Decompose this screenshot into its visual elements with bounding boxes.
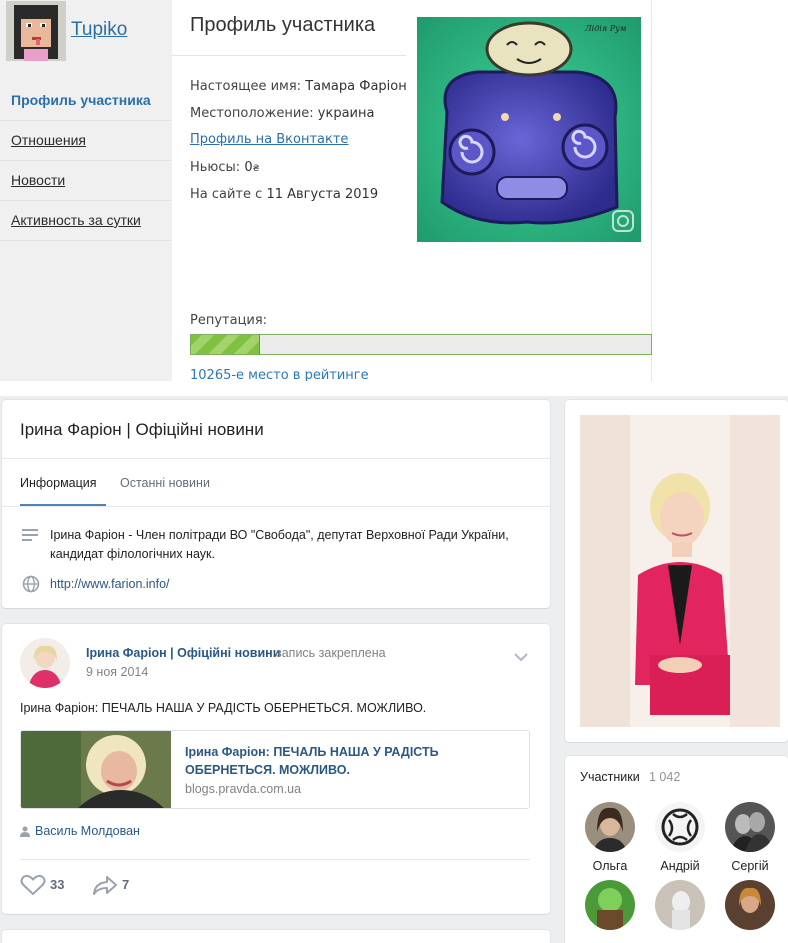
post-author-link[interactable]: Ірина Фаріон | Офіційні новини	[86, 646, 280, 660]
joined-row: На сайте с 11 Августа 2019	[190, 187, 378, 202]
heart-icon[interactable]	[20, 874, 46, 900]
forum-sidebar: Tupiko Профиль участника Отношения Новос…	[0, 0, 172, 381]
divider	[2, 506, 550, 507]
menu-daily-activity-label: Активность за сутки	[11, 212, 141, 228]
member-avatar	[655, 802, 705, 852]
tab-information[interactable]: Информация	[20, 476, 97, 490]
menu-relations[interactable]: Отношения	[0, 121, 172, 161]
member-item[interactable]: Ольга	[580, 802, 640, 873]
tab-latest-news[interactable]: Останні новини	[120, 476, 210, 490]
location-value: украина	[317, 106, 375, 121]
member-avatar	[725, 802, 775, 852]
link-title[interactable]: Ірина Фаріон: ПЕЧАЛЬ НАША У РАДІСТЬ ОБЕР…	[185, 743, 525, 779]
rating-rank[interactable]: 10265-е место в рейтинге	[190, 368, 369, 381]
news-currency-icon: ₴	[252, 164, 260, 174]
member-avatar	[725, 880, 775, 930]
post-pinned-label: запись закреплена	[276, 646, 386, 660]
member-avatar	[585, 880, 635, 930]
post-text: Ірина Фаріон: ПЕЧАЛЬ НАША У РАДІСТЬ ОБЕР…	[20, 701, 427, 715]
member-name: Ольга	[592, 859, 628, 873]
post-link-attachment[interactable]: Ірина Фаріон: ПЕЧАЛЬ НАША У РАДІСТЬ ОБЕР…	[20, 730, 530, 809]
member-item[interactable]	[650, 880, 710, 930]
member-name: Андрій	[660, 859, 700, 873]
member-item[interactable]	[720, 880, 780, 930]
link-thumbnail-image	[21, 731, 171, 808]
joined-date: 11 Августа 2019	[266, 187, 379, 202]
member-avatar	[585, 802, 635, 852]
chevron-down-icon[interactable]	[514, 650, 528, 665]
member-avatar	[655, 880, 705, 930]
member-item[interactable]	[580, 880, 640, 930]
globe-icon	[22, 575, 40, 597]
member-item[interactable]: Андрій	[650, 802, 710, 873]
menu-relations-label: Отношения	[11, 132, 86, 148]
like-count: 33	[50, 877, 65, 892]
members-count: 1 042	[649, 770, 681, 784]
menu-profile-label: Профиль участника	[11, 92, 151, 108]
reputation-bar-fill	[191, 335, 260, 354]
username-link[interactable]: Tupiko	[71, 19, 127, 41]
share-count: 7	[122, 877, 130, 892]
menu-profile[interactable]: Профиль участника	[0, 81, 172, 121]
user-avatar[interactable]	[6, 1, 66, 61]
news-label: Ньюсы:	[190, 160, 241, 175]
reputation-label: Репутация:	[190, 313, 268, 328]
divider	[2, 458, 550, 459]
member-item[interactable]: Сергій	[720, 802, 780, 873]
member-name: Сергій	[731, 859, 769, 873]
members-title[interactable]: Участники	[580, 770, 640, 784]
group-info-card: Ірина Фаріон | Офіційні новини Информаци…	[2, 400, 550, 608]
menu-news[interactable]: Новости	[0, 161, 172, 201]
group-description: Ірина Фаріон - Член політради ВО "Свобод…	[50, 528, 509, 561]
vk-profile-link[interactable]: Профиль на Вконтакте	[190, 132, 348, 147]
real-name-value: Тамара Фаріон	[305, 79, 407, 94]
real-name-row: Настоящее имя: Тамара Фаріон	[190, 79, 407, 94]
content-right-border	[651, 0, 652, 381]
link-domain: blogs.pravda.com.ua	[185, 782, 302, 796]
page-title: Профиль участника	[190, 14, 376, 36]
location-label: Местоположение:	[190, 106, 314, 121]
post-date[interactable]: 9 ноя 2014	[86, 665, 148, 679]
members-card: Участники 1 042 Ольга Андрій Сергій	[565, 756, 788, 943]
menu-daily-activity[interactable]: Активность за сутки	[0, 201, 172, 241]
group-cover-photo[interactable]	[580, 415, 780, 727]
description-icon	[22, 528, 38, 546]
location-row: Местоположение: украина	[190, 106, 374, 121]
news-row: Ньюсы: 0₴	[190, 160, 260, 175]
forum-profile-panel: Tupiko Профиль участника Отношения Новос…	[0, 0, 788, 381]
vk-group-page: Ірина Фаріон | Офіційні новини Информаци…	[0, 396, 788, 943]
title-divider	[172, 55, 406, 56]
reputation-bar	[190, 334, 652, 355]
user-icon	[20, 826, 30, 841]
profile-painting-image: Лідія Рум	[417, 17, 641, 242]
post-signer-link[interactable]: Василь Молдован	[35, 824, 140, 838]
website-link[interactable]: http://www.farion.info/	[50, 577, 170, 591]
menu-news-label: Новости	[11, 172, 66, 188]
news-value: 0	[244, 160, 253, 175]
share-icon[interactable]	[92, 874, 118, 900]
next-post-card	[2, 930, 550, 943]
group-photo-card	[565, 400, 788, 742]
group-title: Ірина Фаріон | Офіційні новини	[20, 420, 264, 439]
painting-signature: Лідія Рум	[584, 24, 627, 33]
real-name-label: Настоящее имя:	[190, 79, 302, 94]
pinned-post: Ірина Фаріон | Офіційні новини запись за…	[2, 624, 550, 914]
post-author-avatar[interactable]	[20, 638, 70, 688]
joined-label: На сайте с	[190, 187, 263, 202]
post-footer-divider	[20, 859, 530, 860]
